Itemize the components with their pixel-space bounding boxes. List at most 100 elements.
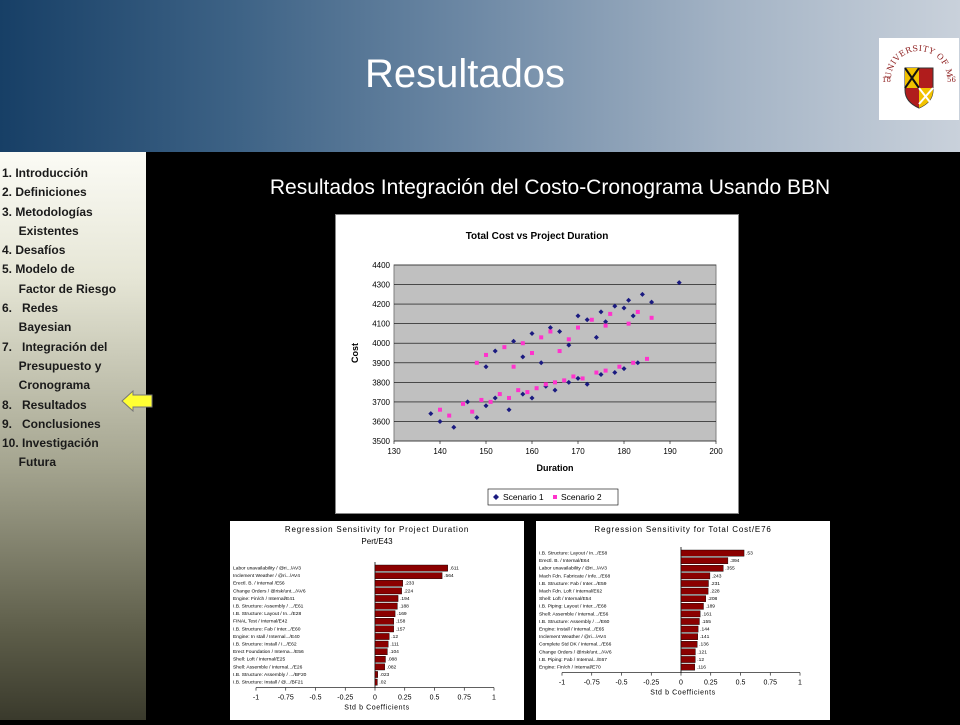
coefficient-bar xyxy=(374,572,443,579)
x-tick-label: 140 xyxy=(433,447,447,456)
agenda-item: 10. Investigación xyxy=(2,436,99,451)
factor-label: I.B. Piping: Layout / Inter.../E68 xyxy=(539,604,607,610)
factor-label: Engine: Install / Internal.../E65 xyxy=(539,627,605,633)
coefficient-value-label: .158 xyxy=(396,619,406,625)
x-tick-label: 0 xyxy=(373,695,377,702)
factor-label: Change Orders / @risk/unt.../AV6 xyxy=(233,588,306,594)
logo-year-right: 56 xyxy=(947,76,956,84)
coefficient-bar xyxy=(680,549,745,557)
coefficient-value-label: .169 xyxy=(397,611,407,617)
y-tick-label: 4000 xyxy=(372,339,390,348)
agenda-item: 3. Metodologías xyxy=(2,204,93,219)
plot-area xyxy=(393,264,717,442)
legend-label-scenario-2: Scenario 2 xyxy=(561,492,602,502)
x-tick-label: 170 xyxy=(571,447,585,456)
coefficient-value-label: .189 xyxy=(705,604,715,610)
coefficient-value-label: .243 xyxy=(712,573,722,579)
duration-sensitivity-chart: Regression Sensitivity for Project Durat… xyxy=(233,525,496,712)
scenario-2-point xyxy=(617,364,622,369)
factor-label: Mach Fdn. Loft / Internal/E62 xyxy=(539,589,602,595)
scenario-2-point xyxy=(484,352,488,357)
coefficient-bar xyxy=(680,633,698,640)
x-tick-label: 0.25 xyxy=(398,695,412,702)
scenario-2-point xyxy=(497,392,502,397)
coefficient-value-label: .12 xyxy=(697,657,704,663)
agenda-item: Presupuesto y xyxy=(2,358,102,373)
factor-label: I.B. Structure: Assembly / .../BF20 xyxy=(233,672,307,678)
x-axis-label: Std b Coefficients xyxy=(650,690,716,697)
coefficient-bar xyxy=(374,678,378,686)
coefficient-bar xyxy=(374,610,396,617)
x-tick-label: -0.75 xyxy=(278,695,294,702)
coefficient-value-label: .02 xyxy=(379,680,386,686)
coefficient-bar xyxy=(680,656,696,663)
x-tick-label: -0.5 xyxy=(615,680,627,687)
slide-title: Resultados xyxy=(364,52,566,96)
university-logo: UNIVERSITY OF MARYLAND 18 56 xyxy=(875,31,959,120)
y-tick-label: 3700 xyxy=(372,398,390,407)
chart-title: Regression Sensitivity for Project Durat… xyxy=(285,525,469,534)
scenario-2-point xyxy=(474,360,479,365)
coefficient-bar xyxy=(374,595,399,602)
scenario-2-point xyxy=(534,386,539,391)
scenario-2-point xyxy=(553,380,557,385)
scenario-2-point xyxy=(562,378,567,383)
factor-label: I.B. Structure: Fab / Inter.../E60 xyxy=(233,626,301,632)
coefficient-value-label: .611 xyxy=(450,566,459,572)
coefficient-value-label: .161 xyxy=(702,611,712,617)
agenda-item: Factor de Riesgo xyxy=(2,281,117,296)
x-tick-label: -0.25 xyxy=(643,680,659,687)
factor-label: Engine: Fin/ch / Internal/E70 xyxy=(539,665,601,671)
coefficient-bar xyxy=(680,625,699,633)
coefficient-value-label: .224 xyxy=(404,588,414,594)
x-tick-label: 190 xyxy=(663,447,677,456)
factor-label: Change Orders / @risk/unt.../AV6 xyxy=(539,649,612,655)
x-tick-label: 0 xyxy=(679,680,683,687)
coefficient-bar xyxy=(680,602,704,610)
y-axis-label: Cost xyxy=(350,343,360,363)
factor-label: Erectl. B. / Internal /E56 xyxy=(233,581,285,587)
title-bar: Resultados UNIVERSITY OF MARYLAND 18 56 xyxy=(0,0,960,152)
factor-label: Erect Foundation / Interna.../E56 xyxy=(233,649,304,655)
agenda-item: Futura xyxy=(2,455,56,470)
y-tick-label: 4300 xyxy=(372,281,390,290)
scenario-2-point xyxy=(479,397,484,402)
chart-title: Regression Sensitivity for Total Cost/E7… xyxy=(594,525,771,534)
scenario-2-point xyxy=(539,335,544,340)
scatter-chart: Total Cost vs Project Duration 3500 3600 37… xyxy=(350,231,723,506)
y-tick-label: 3500 xyxy=(372,437,390,446)
chart-title: Total Cost vs Project Duration xyxy=(466,231,609,242)
coefficient-bar xyxy=(374,587,402,595)
agenda-item: 4. Desafíos xyxy=(2,243,66,258)
factor-label: Labor unavailability / @ri.../AV3 xyxy=(539,566,607,572)
scenario-2-point xyxy=(608,311,613,316)
coefficient-value-label: .564 xyxy=(444,573,454,579)
scenario-2-point xyxy=(635,309,640,314)
coefficient-value-label: .116 xyxy=(697,665,706,671)
agenda-item: 5. Modelo de xyxy=(2,262,75,277)
coefficient-bar xyxy=(680,565,724,572)
maryland-seal-icon: UNIVERSITY OF MARYLAND 18 56 xyxy=(875,31,959,120)
factor-label: Shell: Assemble / Internal.../E26 xyxy=(233,664,303,670)
coefficient-bar xyxy=(374,580,403,587)
agenda-item: 6. Redes xyxy=(2,301,59,316)
agenda-list: 1. Introducción 2. Definiciones 3. Metodol… xyxy=(0,152,146,473)
coefficient-value-label: .141 xyxy=(700,634,710,640)
y-tick-label: 3800 xyxy=(372,378,390,387)
coefficient-bar xyxy=(374,648,388,655)
scenario-2-point xyxy=(580,376,585,381)
factor-label: Inclement Weather / @ri.../AV4 xyxy=(233,573,300,579)
coefficient-bar xyxy=(374,602,398,610)
scenario-2-point xyxy=(589,317,594,322)
cost-sensitivity-panel: Regression Sensitivity for Total Cost/E7… xyxy=(536,521,830,720)
x-tick-label: -1 xyxy=(253,695,259,702)
scenario-2-point xyxy=(502,345,507,350)
x-tick-label: 160 xyxy=(525,447,539,456)
factor-label: I.B. Structure: Assembly / .../E60 xyxy=(539,619,610,625)
coefficient-value-label: .104 xyxy=(389,649,399,655)
coefficient-value-label: .12 xyxy=(391,634,398,640)
coefficient-bar xyxy=(680,587,709,595)
scenario-2-point xyxy=(447,413,452,418)
scenario-2-point xyxy=(543,382,548,387)
coefficient-bar xyxy=(680,595,706,602)
